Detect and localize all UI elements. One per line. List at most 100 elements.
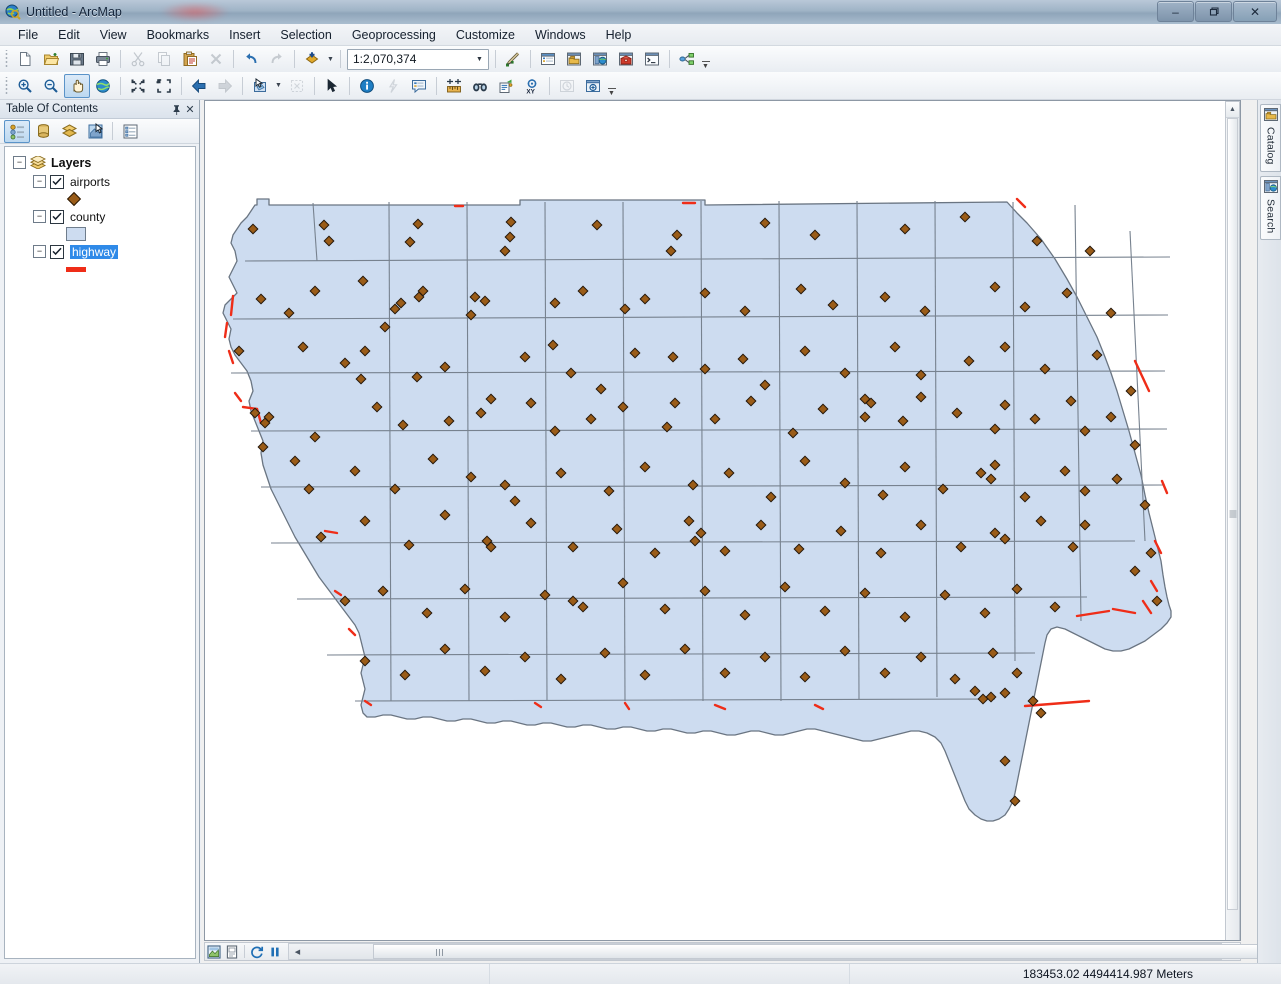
data-view-icon[interactable] [205, 943, 223, 960]
data-frame-label[interactable]: Layers [51, 156, 91, 170]
menu-customize[interactable]: Customize [446, 26, 525, 44]
scroll-left-icon[interactable]: ◀ [289, 944, 306, 959]
expander-icon[interactable]: − [33, 175, 46, 188]
zoom-out-icon[interactable] [38, 74, 64, 98]
pause-drawing-icon[interactable] [266, 943, 284, 960]
list-by-selection-icon[interactable] [82, 120, 108, 143]
expander-icon[interactable]: − [13, 156, 26, 169]
title-bar: Untitled - ArcMap – ✕ [0, 0, 1281, 25]
layer-visibility-checkbox-airports[interactable] [50, 175, 64, 189]
undo-icon[interactable] [238, 47, 264, 71]
go-to-xy-icon[interactable]: XY [519, 74, 545, 98]
toc-options-icon[interactable] [117, 120, 143, 143]
layer-visibility-checkbox-county[interactable] [50, 210, 64, 224]
map-canvas[interactable]: ▲ [204, 100, 1241, 941]
map-vscroll-thumb[interactable] [1227, 118, 1238, 910]
find-route-icon[interactable] [493, 74, 519, 98]
search-tab-label[interactable]: Search [1265, 199, 1277, 233]
delete-icon[interactable] [203, 47, 229, 71]
hyperlink-icon[interactable] [380, 74, 406, 98]
go-next-extent-icon[interactable] [212, 74, 238, 98]
full-extent-icon[interactable] [90, 74, 116, 98]
clear-selection-icon[interactable] [284, 74, 310, 98]
pin-icon[interactable] [169, 102, 183, 116]
create-viewer-window-icon[interactable] [580, 74, 606, 98]
toc-root-layers[interactable]: − Layers [11, 153, 195, 172]
search-window-icon[interactable] [587, 47, 613, 71]
menu-selection[interactable]: Selection [270, 26, 341, 44]
menu-view[interactable]: View [90, 26, 137, 44]
paste-icon[interactable] [177, 47, 203, 71]
refresh-view-icon[interactable] [248, 943, 266, 960]
editor-toolbar-icon[interactable] [500, 47, 526, 71]
standard-toolbar-overflow-button[interactable]: ▼ [700, 48, 711, 70]
expander-icon[interactable]: − [33, 245, 46, 258]
iowa-map-svg[interactable] [205, 101, 1241, 941]
select-features-icon[interactable] [247, 74, 273, 98]
catalog-tab-label[interactable]: Catalog [1265, 127, 1277, 165]
map-vertical-scrollbar[interactable]: ▲ [1225, 101, 1240, 941]
menu-help[interactable]: Help [596, 26, 642, 44]
menu-insert[interactable]: Insert [219, 26, 270, 44]
toc-tree-container[interactable]: − Layers − airports [4, 146, 196, 959]
expander-icon[interactable]: − [33, 210, 46, 223]
maximize-button[interactable] [1195, 1, 1232, 22]
list-by-visibility-icon[interactable] [56, 120, 82, 143]
measure-icon[interactable] [441, 74, 467, 98]
toc-layer-airports[interactable]: − airports [11, 172, 195, 191]
layout-view-icon[interactable] [223, 943, 241, 960]
fixed-zoom-out-icon[interactable] [151, 74, 177, 98]
fixed-zoom-in-icon[interactable] [125, 74, 151, 98]
map-hscroll-thumb[interactable] [373, 944, 1281, 959]
scroll-up-icon[interactable]: ▲ [1226, 102, 1239, 118]
catalog-tab[interactable]: Catalog [1260, 104, 1281, 172]
toolbar-grip[interactable] [3, 77, 10, 95]
close-button[interactable]: ✕ [1233, 1, 1277, 22]
list-by-source-icon[interactable] [30, 120, 56, 143]
menu-windows[interactable]: Windows [525, 26, 596, 44]
menu-edit[interactable]: Edit [48, 26, 90, 44]
toc-layer-label-airports[interactable]: airports [70, 175, 110, 189]
toc-layer-label-highway[interactable]: highway [70, 245, 118, 259]
map-horizontal-scrollbar[interactable]: ◀ [288, 943, 1222, 960]
search-tab[interactable]: Search [1260, 176, 1281, 240]
redo-icon[interactable] [264, 47, 290, 71]
select-features-dropdown-icon[interactable]: ▼ [273, 75, 284, 97]
find-icon[interactable] [467, 74, 493, 98]
cut-icon[interactable] [125, 47, 151, 71]
map-scale-combobox[interactable]: 1:2,070,374 ▼ [347, 49, 489, 70]
chevron-down-icon[interactable]: ▼ [471, 51, 488, 68]
select-elements-icon[interactable] [319, 74, 345, 98]
menu-file[interactable]: File [8, 26, 48, 44]
map-scale-value[interactable]: 1:2,070,374 [348, 52, 471, 66]
identify-icon[interactable] [354, 74, 380, 98]
toolbar-grip[interactable] [3, 50, 10, 68]
pan-icon[interactable] [64, 74, 90, 98]
modelbuilder-icon[interactable] [674, 47, 700, 71]
new-document-icon[interactable] [12, 47, 38, 71]
python-window-icon[interactable] [639, 47, 665, 71]
menu-geoprocessing[interactable]: Geoprocessing [342, 26, 446, 44]
print-icon[interactable] [90, 47, 116, 71]
html-popup-icon[interactable] [406, 74, 432, 98]
copy-icon[interactable] [151, 47, 177, 71]
arctoolbox-icon[interactable] [613, 47, 639, 71]
add-data-dropdown-icon[interactable]: ▼ [325, 48, 336, 70]
layer-visibility-checkbox-highway[interactable] [50, 245, 64, 259]
toc-layer-highway[interactable]: − highway [11, 242, 195, 261]
open-document-icon[interactable] [38, 47, 64, 71]
go-back-extent-icon[interactable] [186, 74, 212, 98]
minimize-button[interactable]: – [1157, 1, 1194, 22]
list-by-drawing-order-icon[interactable] [4, 120, 30, 143]
table-of-contents-icon[interactable] [535, 47, 561, 71]
zoom-in-icon[interactable] [12, 74, 38, 98]
tools-toolbar-overflow-button[interactable]: ▼ [606, 75, 617, 97]
toc-layer-label-county[interactable]: county [70, 210, 105, 224]
save-icon[interactable] [64, 47, 90, 71]
catalog-window-icon[interactable] [561, 47, 587, 71]
toc-layer-county[interactable]: − county [11, 207, 195, 226]
menu-bookmarks[interactable]: Bookmarks [137, 26, 220, 44]
time-slider-icon[interactable] [554, 74, 580, 98]
close-icon[interactable]: ✕ [183, 102, 197, 116]
add-data-icon[interactable] [299, 47, 325, 71]
